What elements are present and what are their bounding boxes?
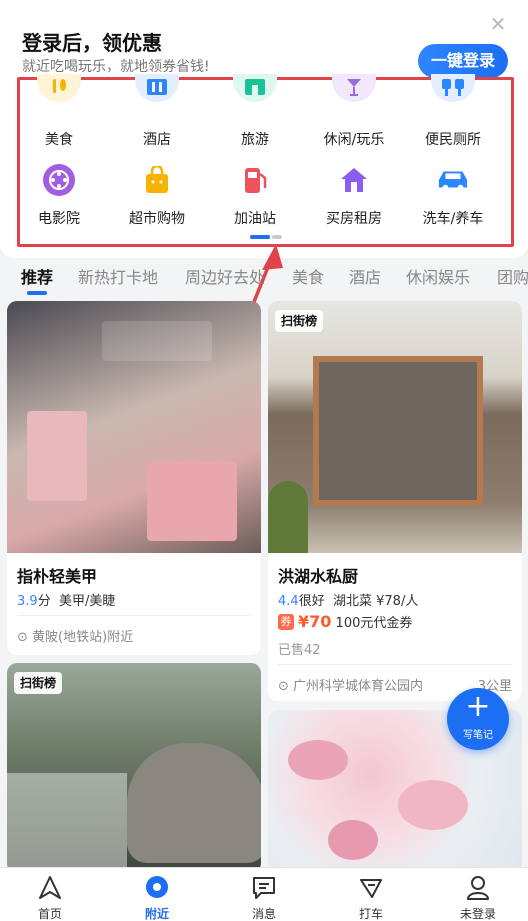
location-text: 广州科学城体育公园内 [293,679,424,694]
tab-indicator [27,291,47,295]
place-title: 洪湖水私厨 [278,567,359,586]
nav-home[interactable]: 首页 [10,872,90,921]
nav-label: 打车 [358,907,383,921]
place-rating-line: 4.4很好 湖北菜 ¥78/人 [278,590,418,609]
bottom-navigation: 首页 附近 消息 打车 未登录 [0,867,528,921]
nav-taxi[interactable]: 打车 [331,872,411,921]
user-icon [467,876,489,900]
taxi-icon [360,879,382,898]
divider [278,664,512,665]
location-text: 黄陂(地铁站)附近 [32,630,134,645]
place-title: 指朴轻美甲 [17,567,98,586]
nav-label: 消息 [251,907,276,921]
tab-new-hot[interactable]: 新热打卡地 [78,264,158,288]
place-rating-line: 3.9分 美甲/美睫 [17,590,115,609]
nav-label: 附近 [144,907,169,921]
place-card-scenic[interactable]: 扫街榜 [7,663,261,873]
tab-nearby-places[interactable]: 周边好去处 [185,264,265,288]
location-pin-icon: ⊙ [278,679,289,694]
place-photo [7,301,261,553]
plus-icon: + [465,689,491,724]
place-cuisine: 湖北菜 [332,594,372,609]
coupon-tag: 券 [278,613,294,630]
place-location: ⊙ 广州科学城体育公园内 [278,675,423,694]
tab-leisure[interactable]: 休闲娱乐 [406,264,470,288]
coupon-line[interactable]: 券 ¥70 100元代金券 [278,612,412,631]
nav-nearby[interactable]: 附近 [117,872,197,921]
message-icon [253,877,275,899]
location-pin-icon: ⊙ [17,630,28,645]
place-card-restaurant[interactable]: 扫街榜 洪湖水私厨 4.4很好 湖北菜 ¥78/人 券 ¥70 100元代金券 已… [268,301,522,701]
divider [17,615,251,616]
write-note-button[interactable]: + 写笔记 [447,688,509,750]
place-category: 美甲/美睫 [58,594,116,609]
tab-food[interactable]: 美食 [292,264,324,288]
coupon-price: ¥70 [298,612,332,631]
write-note-label: 写笔记 [463,730,493,741]
feed-tabs: 推荐 新热打卡地 周边好去处 美食 酒店 休闲娱乐 团购 [0,258,528,294]
place-card-nail[interactable]: 指朴轻美甲 3.9分 美甲/美睫 ⊙ 黄陂(地铁站)附近 [7,301,261,655]
tab-hotel[interactable]: 酒店 [349,264,381,288]
rating-unit: 分 [37,594,51,609]
sold-count: 已售42 [278,643,321,658]
rating-score: 3.9 [17,594,38,609]
street-rank-badge: 扫街榜 [14,672,63,694]
place-location: ⊙ 黄陂(地铁站)附近 [17,626,133,645]
nav-messages[interactable]: 消息 [224,872,304,921]
home-navigation-icon [39,876,61,899]
nav-label: 首页 [37,907,62,921]
coupon-desc: 100元代金券 [335,616,413,631]
street-rank-badge: 扫街榜 [275,310,324,332]
tab-recommend[interactable]: 推荐 [21,264,53,288]
nav-label: 未登录 [459,907,496,921]
rating-text: 很好 [298,594,325,609]
per-person-price: ¥78/人 [376,594,419,609]
place-photo [7,663,261,873]
place-photo [268,301,522,553]
nav-profile[interactable]: 未登录 [438,872,518,921]
tab-group-buy[interactable]: 团购 [497,264,528,288]
rating-score: 4.4 [278,594,299,609]
nearby-location-icon [146,876,168,898]
